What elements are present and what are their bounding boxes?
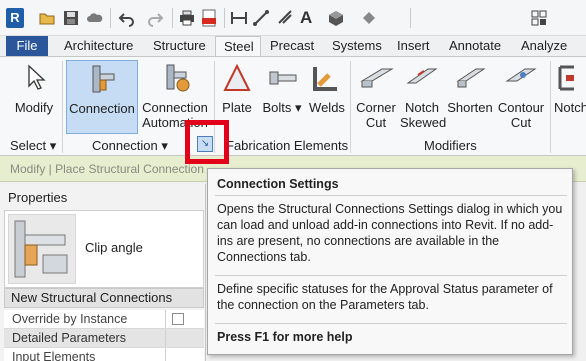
type-name: Clip angle	[85, 240, 143, 255]
shorten-button[interactable]: Shorten	[446, 63, 494, 115]
tag-icon[interactable]	[277, 9, 295, 27]
tab-precast[interactable]: Precast	[270, 36, 314, 56]
corner-cut-label-2: Cut	[365, 115, 387, 130]
windows-icon[interactable]	[530, 9, 548, 27]
dimension-icon[interactable]	[252, 9, 270, 27]
text-icon[interactable]: A	[300, 9, 318, 27]
tab-structure[interactable]: Structure	[153, 36, 206, 56]
property-label: Input Elements	[4, 348, 166, 361]
connection-label: Connection	[69, 101, 135, 116]
notch-skewed-label-2: Skewed	[400, 115, 447, 130]
cursor-arrow-icon	[28, 64, 46, 90]
bolts-label: Bolts	[262, 100, 292, 115]
tooltip-description: Opens the Structural Connections Setting…	[217, 202, 563, 264]
properties-title: Properties	[8, 190, 68, 205]
tab-systems[interactable]: Systems	[332, 36, 382, 56]
notch-skewed-icon	[406, 68, 438, 84]
tooltip-help: Press F1 for more help	[217, 330, 353, 344]
instance-category[interactable]: New Structural Connections	[4, 288, 204, 308]
shorten-label: Shorten	[447, 100, 493, 115]
welds-button[interactable]: Welds	[306, 63, 348, 115]
shorten-icon	[456, 68, 486, 88]
contour-cut-label-1: Contour	[497, 100, 545, 115]
modify-button[interactable]: Modify	[10, 63, 58, 115]
notch-skewed-button[interactable]: Notch Skewed	[400, 63, 447, 130]
save-icon[interactable]	[62, 9, 80, 27]
property-row-input-elements[interactable]: Input Elements	[4, 348, 204, 361]
measure-icon[interactable]	[230, 9, 248, 27]
welds-icon	[313, 67, 337, 91]
tooltip: Connection Settings Opens the Structural…	[207, 168, 573, 355]
plate-icon	[223, 63, 251, 91]
tooltip-title: Connection Settings	[217, 177, 339, 191]
open-icon[interactable]	[38, 9, 56, 27]
tooltip-extended: Define specific statuses for the Approva…	[217, 282, 553, 312]
notch-more-label: Notch	[554, 100, 586, 115]
notch-more-button[interactable]: Notch	[554, 63, 586, 115]
corner-cut-icon	[360, 68, 394, 88]
override-checkbox[interactable]	[172, 313, 184, 325]
undo-icon[interactable]	[118, 9, 136, 27]
tab-steel[interactable]: Steel	[215, 36, 261, 57]
property-row-override: Override by Instance	[4, 310, 204, 329]
tab-annotate[interactable]: Annotate	[449, 36, 501, 56]
modify-label: Modify	[14, 100, 54, 115]
notch-skewed-label-1: Notch	[405, 100, 439, 115]
quick-access-toolbar: R A	[0, 0, 586, 36]
print-icon[interactable]	[178, 9, 196, 27]
type-selector[interactable]: Clip angle	[4, 210, 204, 288]
panel-fabrication-title: Fabrication Elements	[226, 138, 349, 153]
cloud-icon[interactable]	[86, 9, 104, 27]
property-group-detailed[interactable]: Detailed Parameters	[4, 329, 204, 348]
connection-icon	[92, 65, 115, 93]
ribbon-tabs: File Architecture Structure Steel Precas…	[0, 36, 586, 57]
sync-icon[interactable]	[360, 9, 378, 27]
connection-automation-icon	[166, 64, 190, 92]
welds-label: Welds	[309, 100, 345, 115]
corner-cut-label-1: Corner	[356, 100, 396, 115]
plate-button[interactable]: Plate	[218, 63, 256, 115]
contour-cut-button[interactable]: Contour Cut	[496, 63, 546, 130]
panel-connection-title[interactable]: Connection ▾	[92, 137, 168, 155]
app-logo[interactable]: R	[6, 8, 24, 28]
tab-architecture[interactable]: Architecture	[64, 36, 133, 56]
panel-modifiers-title: Modifiers	[424, 138, 477, 153]
property-group-label: Detailed Parameters	[4, 329, 166, 347]
plate-label: Plate	[222, 100, 252, 115]
bolts-button[interactable]: Bolts ▾	[262, 63, 302, 115]
bolts-icon	[269, 71, 297, 85]
ribbon: Modify Select ▾ Connection Connection Au…	[0, 56, 586, 156]
tab-analyze[interactable]: Analyze	[521, 36, 567, 56]
redo-icon[interactable]	[146, 9, 164, 27]
panel-select-title[interactable]: Select ▾	[10, 137, 56, 155]
view-3d-icon[interactable]	[327, 9, 345, 27]
contour-cut-label-2: Cut	[510, 115, 532, 130]
corner-cut-button[interactable]: Corner Cut	[354, 63, 398, 130]
contour-cut-icon	[505, 68, 537, 82]
tab-insert[interactable]: Insert	[397, 36, 430, 56]
connection-thumbnail	[8, 214, 76, 284]
notch-icon	[558, 65, 574, 91]
pdf-icon[interactable]	[200, 9, 218, 27]
properties-palette: Properties Clip angle New Structural Con…	[0, 184, 206, 361]
connection-automation-label-1: Connection	[142, 100, 208, 115]
connection-button[interactable]: Connection	[66, 60, 138, 134]
tab-file[interactable]: File	[6, 36, 48, 56]
highlight-box	[185, 120, 229, 164]
property-label: Override by Instance	[4, 310, 166, 328]
